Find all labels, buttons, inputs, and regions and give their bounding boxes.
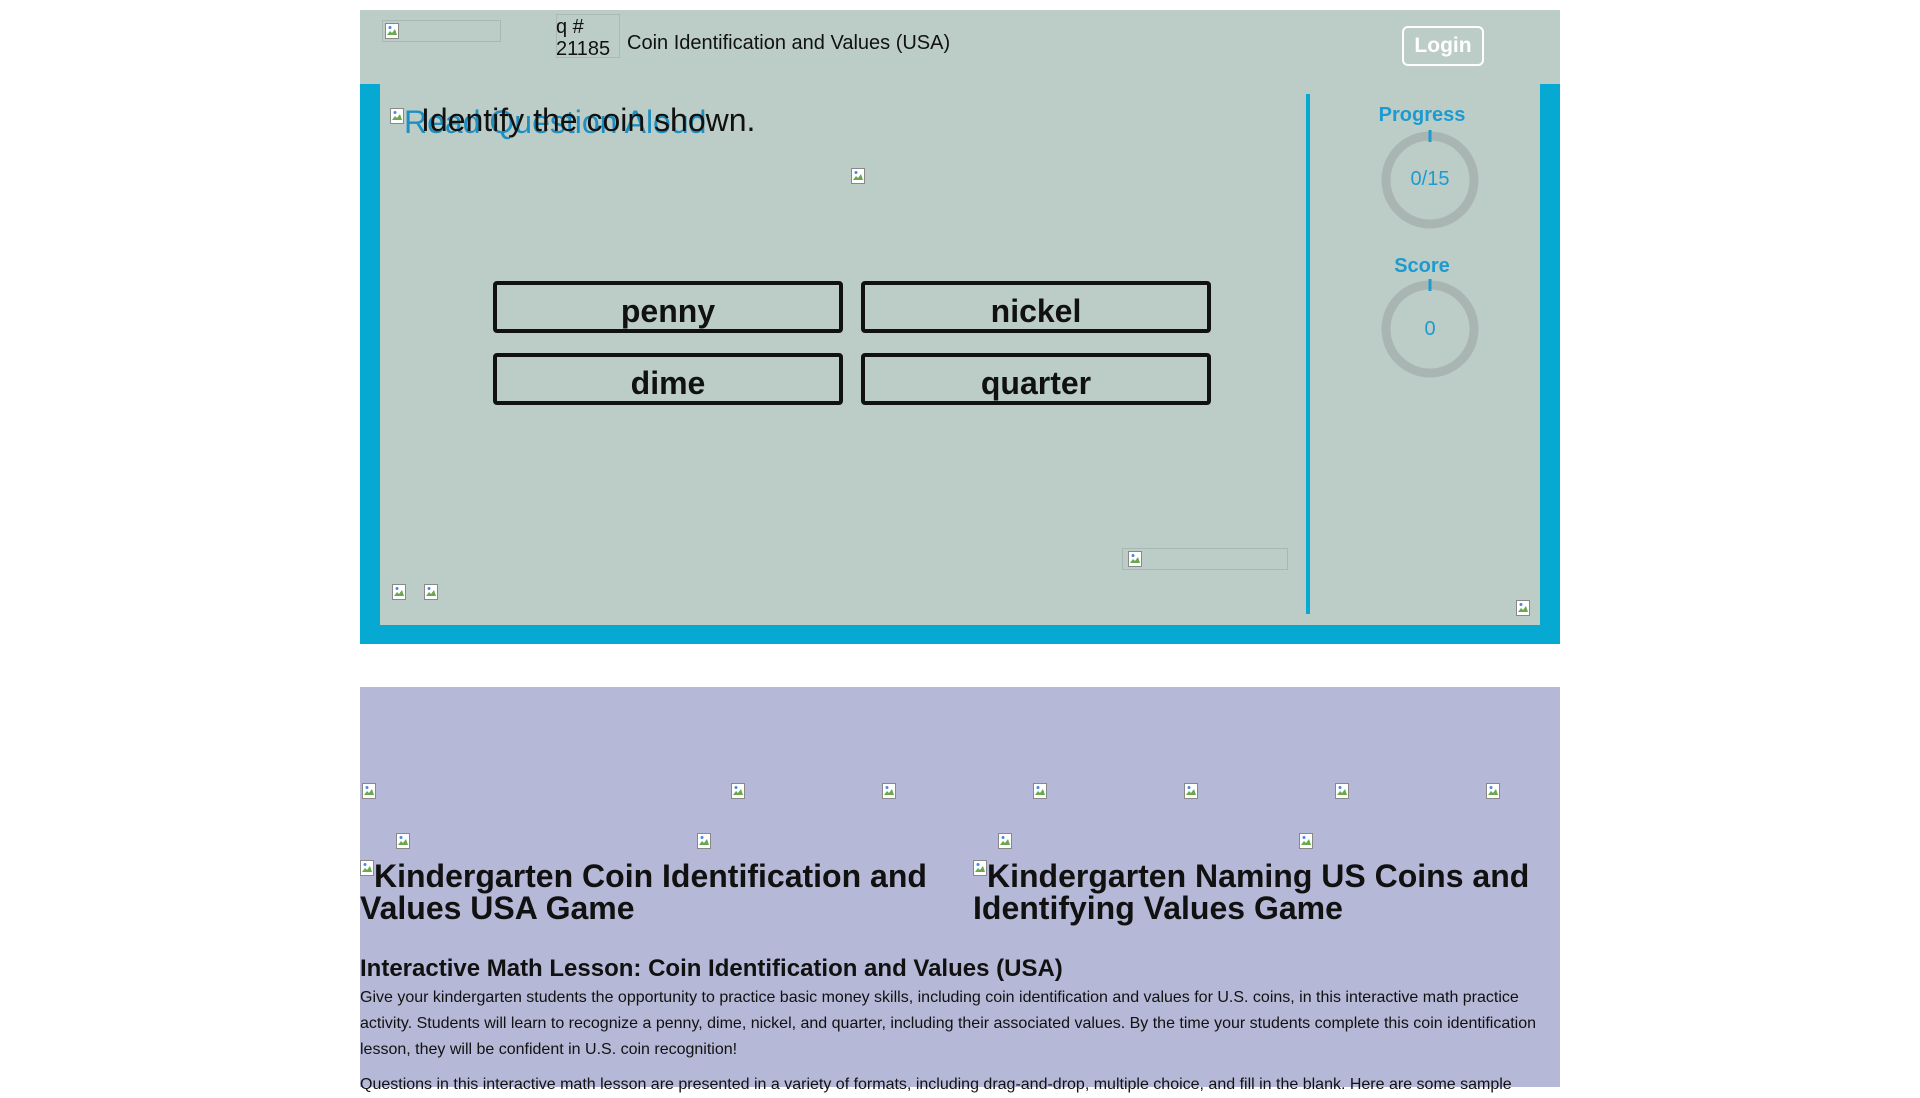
answer-button-quarter[interactable]: quarter [861, 353, 1211, 405]
grade-icon[interactable] [1335, 783, 1349, 799]
panel-divider [1306, 94, 1310, 614]
lesson-description: Give your kindergarten students the oppo… [360, 989, 1537, 1058]
progress-value: 0/15 [1410, 168, 1450, 190]
game-thumbnail [360, 860, 374, 876]
grade-icon[interactable] [1184, 783, 1198, 799]
game-header [360, 10, 1560, 84]
subject-icon[interactable] [1299, 833, 1313, 849]
game-title: Coin Identification and Values (USA) [627, 32, 951, 54]
sound-toggle-icon[interactable] [424, 584, 438, 600]
question-number: q # 21185 [556, 16, 611, 60]
score-label: Score [1394, 255, 1450, 277]
grade-icon[interactable] [882, 783, 896, 799]
related-game-title: Kindergarten Coin Identification and Val… [360, 858, 927, 926]
subject-icon[interactable] [998, 833, 1012, 849]
answer-button-dime[interactable]: dime [493, 353, 843, 405]
speaker-icon[interactable] [390, 108, 404, 124]
answer-button-penny[interactable]: penny [493, 281, 843, 333]
help-icon[interactable] [1516, 600, 1530, 616]
related-game-link[interactable]: Kindergarten Coin Identification and Val… [360, 860, 960, 924]
broken-image-icon [1128, 551, 1142, 567]
login-button[interactable]: Login [1402, 26, 1484, 66]
related-game-title: Kindergarten Naming US Coins and Identif… [973, 858, 1530, 926]
score-value: 0 [1424, 318, 1436, 340]
fullscreen-icon[interactable] [392, 584, 406, 600]
answer-button-nickel[interactable]: nickel [861, 281, 1211, 333]
site-logo[interactable] [382, 20, 501, 42]
coin-image [851, 168, 865, 184]
grade-icon[interactable] [362, 783, 376, 799]
broken-image-icon [385, 23, 399, 39]
lesson-heading: Interactive Math Lesson: Coin Identifica… [360, 955, 1063, 982]
progress-label: Progress [1378, 104, 1466, 126]
game-thumbnail [973, 860, 987, 876]
grade-icon[interactable] [1033, 783, 1047, 799]
grade-icon[interactable] [1486, 783, 1500, 799]
submit-image-button[interactable] [1122, 548, 1288, 570]
subject-icon[interactable] [697, 833, 711, 849]
subject-icon[interactable] [396, 833, 410, 849]
question-prompt: Identify the coin shown. [421, 102, 756, 138]
grade-icon[interactable] [731, 783, 745, 799]
lesson-description-continued: Questions in this interactive math lesso… [360, 1076, 1512, 1093]
related-game-link[interactable]: Kindergarten Naming US Coins and Identif… [973, 860, 1563, 924]
